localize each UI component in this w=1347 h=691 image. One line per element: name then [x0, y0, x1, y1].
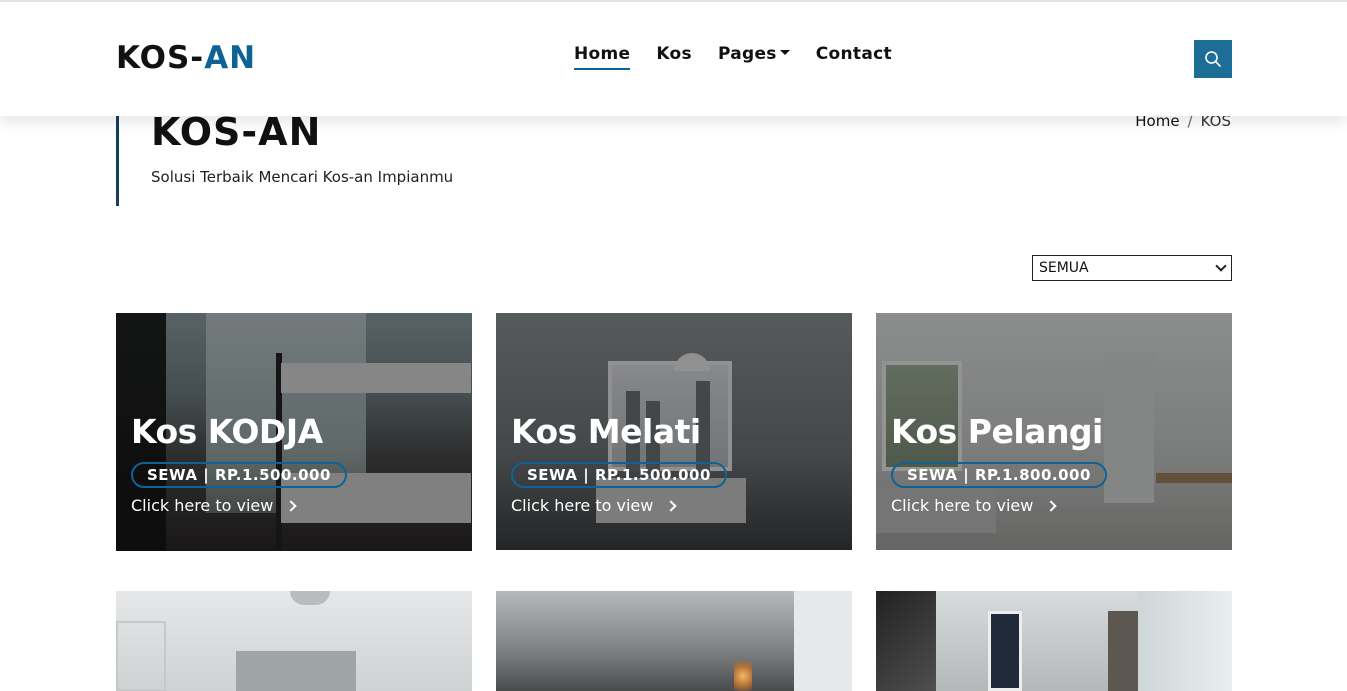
logo-part-1: KOS-	[116, 40, 205, 76]
listing-photo	[876, 591, 1232, 691]
listing-card[interactable]: Kos Pelangi SEWA | RP.1.800.000 Click he…	[876, 313, 1232, 550]
listing-view-label: Click here to view	[131, 496, 274, 515]
search-icon	[1205, 51, 1221, 67]
search-button[interactable]	[1194, 40, 1232, 78]
chevron-down-icon	[1215, 260, 1227, 272]
listing-price-badge: SEWA | RP.1.800.000	[891, 462, 1107, 488]
listing-card[interactable]: Kos Melati SEWA | RP.1.500.000 Click her…	[496, 313, 852, 550]
listing-price-badge: SEWA | RP.1.500.000	[131, 462, 347, 488]
title-accent-bar	[116, 116, 119, 206]
page-subtitle: Solusi Terbaik Mencari Kos-an Impianmu	[151, 168, 454, 186]
caret-down-icon	[779, 49, 790, 55]
listing-price-badge: SEWA | RP.1.500.000	[511, 462, 727, 488]
main-nav: Home Kos Pages Contact	[574, 44, 918, 70]
page-title: KOS-AN	[151, 110, 322, 154]
listing-view-label: Click here to view	[891, 496, 1034, 515]
listing-view-label: Click here to view	[511, 496, 654, 515]
listing-photo	[116, 591, 472, 691]
site-logo[interactable]: KOS-AN	[116, 40, 256, 76]
listing-name: Kos KODJA	[131, 412, 323, 451]
listing-card[interactable]: Kos KODJA SEWA | RP.1.500.000 Click here…	[116, 313, 472, 551]
listing-photo	[496, 591, 852, 691]
listing-view-link[interactable]: Click here to view	[511, 496, 678, 515]
filter-selected-value: SEMUA	[1039, 260, 1089, 276]
nav-item-pages[interactable]: Pages	[718, 44, 790, 70]
listing-card[interactable]	[876, 591, 1232, 691]
nav-item-home[interactable]: Home	[574, 44, 631, 70]
nav-item-kos[interactable]: Kos	[656, 44, 692, 70]
listing-name: Kos Pelangi	[891, 412, 1103, 451]
chevron-right-icon	[1045, 499, 1058, 512]
site-header: KOS-AN Home Kos Pages Contact	[0, 2, 1347, 116]
listing-name: Kos Melati	[511, 412, 701, 451]
chevron-right-icon	[665, 499, 678, 512]
listing-card[interactable]	[116, 591, 472, 691]
listing-card[interactable]	[496, 591, 852, 691]
nav-item-contact[interactable]: Contact	[816, 44, 892, 70]
listing-view-link[interactable]: Click here to view	[131, 496, 298, 515]
chevron-right-icon	[285, 499, 298, 512]
listing-view-link[interactable]: Click here to view	[891, 496, 1058, 515]
category-filter-select[interactable]: SEMUA	[1032, 255, 1232, 281]
nav-item-pages-label: Pages	[717, 44, 777, 64]
logo-part-2: AN	[204, 40, 257, 76]
